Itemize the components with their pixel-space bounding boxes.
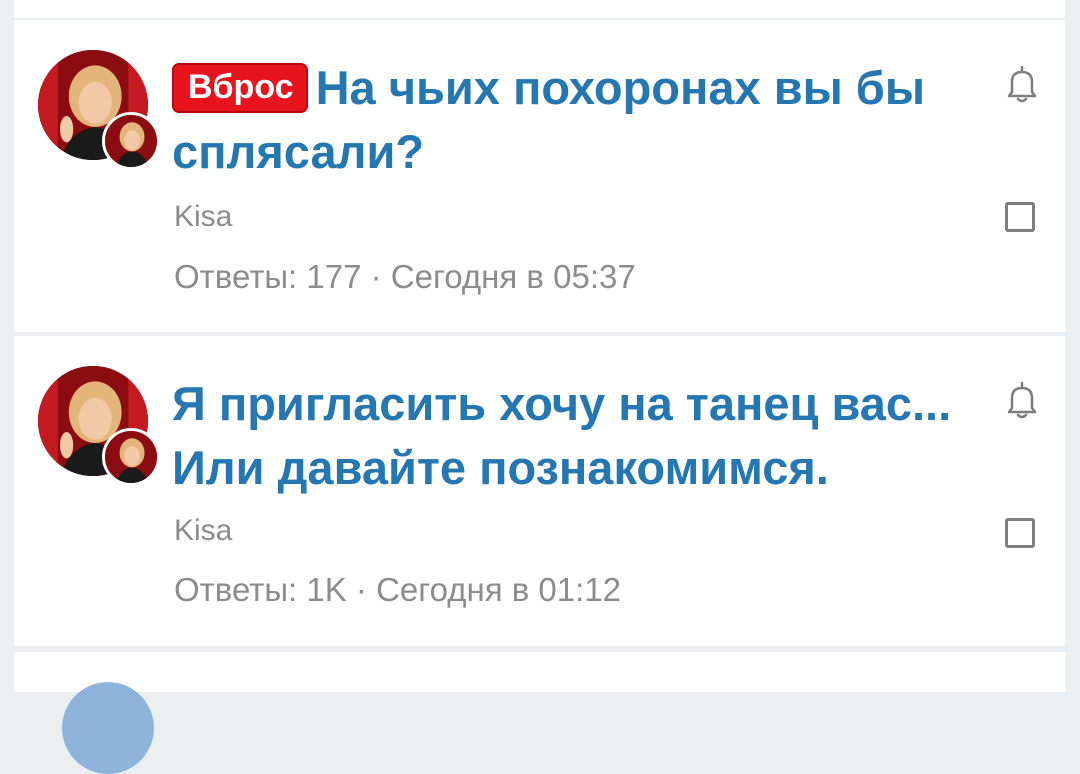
prefix-badge[interactable]: Вброс — [172, 63, 308, 113]
last-post-time[interactable]: Сегодня в 01:12 — [376, 571, 621, 608]
last-poster-avatar[interactable] — [102, 112, 160, 170]
bell-icon[interactable] — [1000, 62, 1044, 106]
meta-separator: · — [370, 258, 382, 295]
replies-count: 177 — [306, 258, 362, 295]
thread-meta: Ответы: 1K · Сегодня в 01:12 — [174, 571, 621, 609]
next-thread-avatar[interactable] — [62, 682, 154, 774]
checkbox-icon[interactable] — [1005, 518, 1035, 548]
next-thread-stub — [14, 652, 1065, 774]
avatar-group[interactable] — [38, 366, 168, 491]
avatar-group[interactable] — [38, 50, 168, 175]
thread-item[interactable]: Я пригласить хочу на танец вас... Или да… — [14, 336, 1065, 646]
thread-title-text[interactable]: Я пригласить хочу на танец вас... Или да… — [172, 377, 951, 494]
thread-author[interactable]: Kisa — [174, 200, 232, 234]
replies-label: Ответы: — [174, 258, 298, 295]
replies-label: Ответы: — [174, 571, 298, 608]
checkbox-icon[interactable] — [1005, 202, 1035, 232]
thread-title[interactable]: Я пригласить хочу на танец вас... Или да… — [172, 372, 962, 500]
previous-thread-stub — [14, 0, 1065, 18]
last-post-time[interactable]: Сегодня в 05:37 — [391, 258, 636, 295]
replies-count: 1K — [306, 571, 347, 608]
meta-separator: · — [355, 571, 367, 608]
thread-author[interactable]: Kisa — [174, 514, 232, 548]
thread-item[interactable]: Вброс На чьих похоронах вы бы сплясали? K… — [14, 20, 1065, 332]
bell-icon[interactable] — [1000, 378, 1044, 422]
thread-meta: Ответы: 177 · Сегодня в 05:37 — [174, 258, 636, 296]
last-poster-avatar[interactable] — [102, 428, 160, 486]
thread-title[interactable]: Вброс На чьих похоронах вы бы сплясали? — [172, 56, 962, 184]
